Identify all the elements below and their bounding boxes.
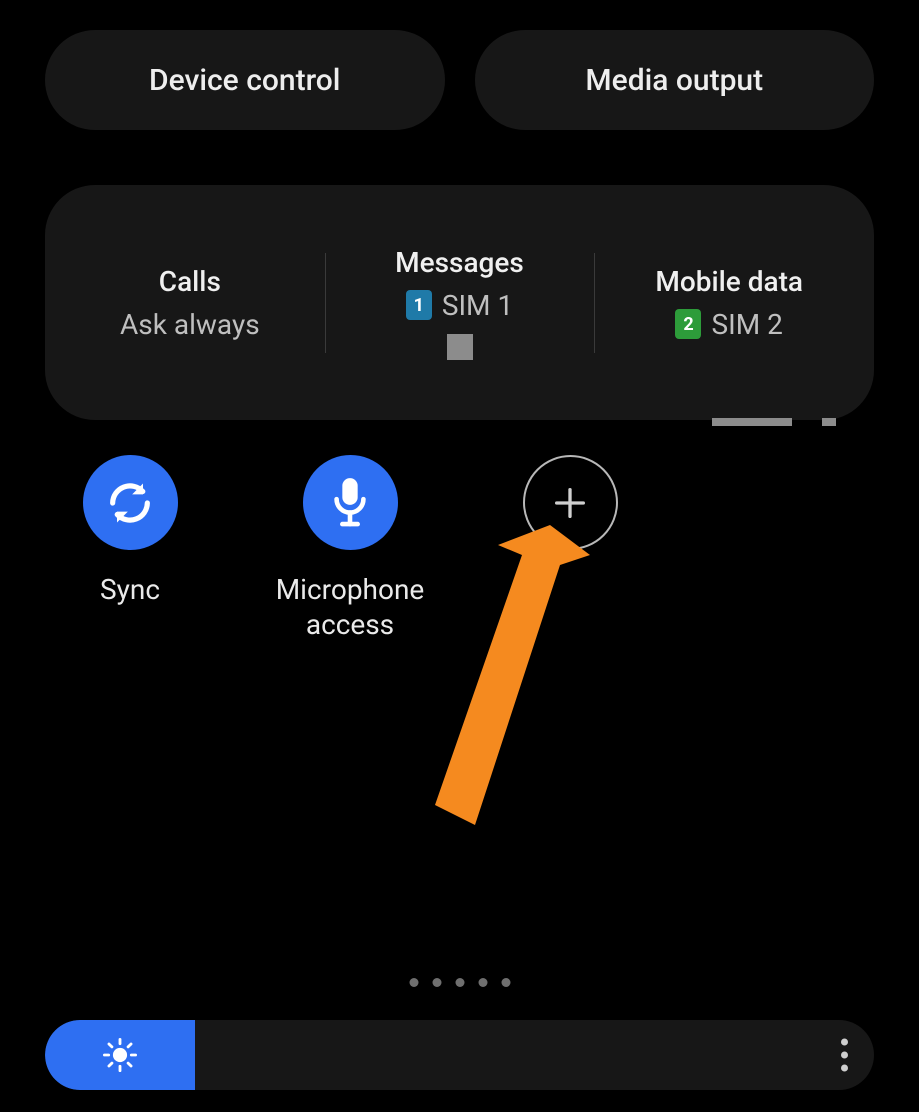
sync-toggle[interactable] (83, 455, 178, 550)
page-dot (432, 978, 441, 987)
page-dot (409, 978, 418, 987)
microphone-access-toggle[interactable] (303, 455, 398, 550)
plus-icon (550, 483, 590, 523)
sim-mobiledata-indicator (712, 418, 836, 426)
add-toggle-button[interactable] (523, 455, 618, 550)
sim-messages-title: Messages (395, 246, 524, 279)
sim-messages-button[interactable]: Messages 1 SIM 1 (325, 228, 595, 378)
brightness-fill (45, 1020, 195, 1090)
microphone-icon (327, 474, 373, 532)
sim-calls-button[interactable]: Calls Ask always (55, 228, 325, 378)
more-dot-icon (841, 1052, 848, 1059)
sync-icon (104, 477, 156, 529)
sim-messages-indicator (447, 334, 473, 360)
sim2-badge-icon: 2 (675, 309, 701, 339)
sim-mobiledata-value-text: SIM 2 (711, 308, 782, 341)
device-control-label: Device control (149, 63, 340, 98)
sim-mobiledata-value: 2 SIM 2 (675, 308, 782, 341)
media-output-label: Media output (585, 63, 763, 98)
page-dot (455, 978, 464, 987)
sync-label: Sync (100, 572, 160, 607)
indicator-bar-short-icon (822, 418, 836, 426)
sim-calls-value: Ask always (120, 308, 260, 341)
media-output-button[interactable]: Media output (475, 30, 875, 130)
quick-toggles-row: Sync Microphone access (0, 420, 919, 642)
device-control-button[interactable]: Device control (45, 30, 445, 130)
sim-messages-value: 1 SIM 1 (406, 289, 513, 322)
more-dot-icon (841, 1039, 848, 1046)
sim-mobiledata-title: Mobile data (655, 265, 803, 298)
indicator-bar-long-icon (712, 418, 792, 426)
page-dot (478, 978, 487, 987)
more-dot-icon (841, 1065, 848, 1072)
sim-mobiledata-button[interactable]: Mobile data 2 SIM 2 (594, 228, 864, 378)
sim1-badge-icon: 1 (406, 290, 432, 320)
pagination-dots[interactable] (409, 978, 510, 987)
brightness-slider[interactable] (45, 1020, 874, 1090)
brightness-more-button[interactable] (841, 1039, 848, 1072)
microphone-label: Microphone access (276, 572, 425, 642)
sim-calls-title: Calls (159, 265, 221, 298)
sim-settings-panel: Calls Ask always Messages 1 SIM 1 Mobile… (45, 185, 874, 420)
page-dot (501, 978, 510, 987)
indicator-square-icon (447, 334, 473, 360)
sim-messages-value-text: SIM 1 (442, 289, 513, 322)
sun-icon (103, 1038, 137, 1072)
